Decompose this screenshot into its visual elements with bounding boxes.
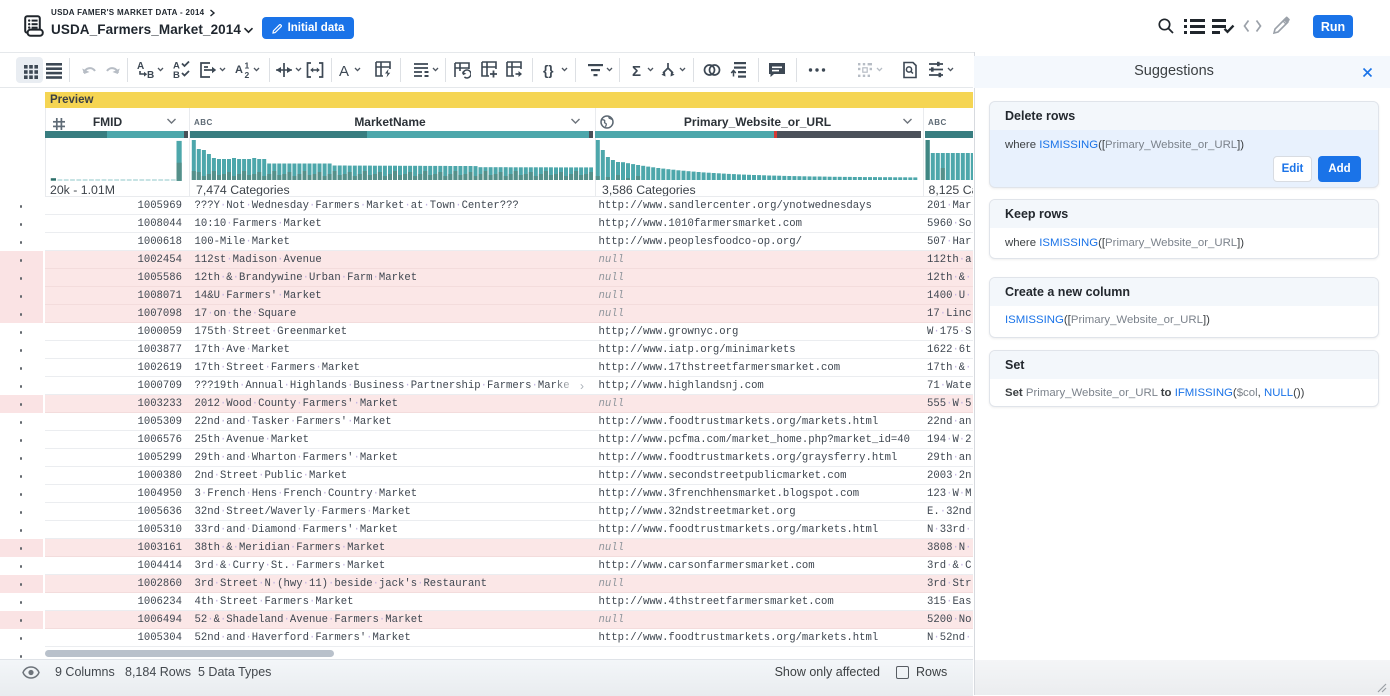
svg-text:Σ: Σ [632, 63, 641, 79]
svg-text:B: B [173, 70, 180, 79]
svg-text:A: A [339, 63, 349, 79]
svg-text:{}: {} [543, 63, 554, 78]
svg-text:B: B [147, 70, 154, 79]
svg-text:1: 1 [245, 61, 250, 71]
svg-text:2: 2 [245, 70, 250, 79]
svg-text:A: A [235, 64, 243, 76]
svg-text:A: A [137, 61, 144, 72]
